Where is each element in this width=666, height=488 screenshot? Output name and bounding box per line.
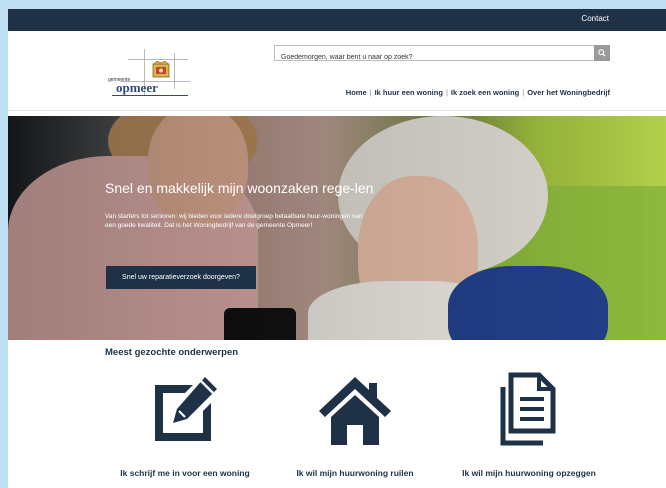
logo-line — [128, 59, 188, 60]
page: Contact gemeente opmeer Goedemorgen, waa… — [8, 9, 666, 488]
nav-separator: | — [369, 88, 372, 97]
document-icon — [500, 372, 556, 446]
repair-request-button[interactable]: Snel uw reparatieverzoek doorgeven? — [106, 266, 256, 289]
nav-item-ik-zoek-een-woning[interactable]: Ik zoek een woning — [451, 88, 519, 97]
topic-register[interactable]: Ik schrijf me in voor een woning — [100, 371, 270, 483]
search-button[interactable] — [594, 45, 610, 61]
logo-underline — [112, 95, 188, 96]
nav-item-over-het-woningbedrijf[interactable]: Over het Woningbedrijf — [527, 88, 610, 97]
topic-label: Ik wil mijn huurwoning opzeggen — [462, 468, 596, 478]
search-bar — [274, 45, 610, 65]
top-bar: Contact — [8, 9, 666, 31]
topic-label: Ik schrijf me in voor een woning — [120, 468, 250, 478]
nav-item-ik-huur-een-woning[interactable]: Ik huur een woning — [375, 88, 443, 97]
hero-title: Snel en makkelijk mijn woonzaken rege-le… — [105, 180, 374, 196]
topic-swap-home[interactable]: Ik wil mijn huurwoning ruilen — [270, 371, 440, 483]
contact-link[interactable]: Contact — [581, 14, 609, 23]
hero-banner: Snel en makkelijk mijn woonzaken rege-le… — [8, 116, 666, 340]
home-icon — [319, 377, 391, 445]
nav-separator: | — [522, 88, 525, 97]
topic-label: Ik wil mijn huurwoning ruilen — [296, 468, 414, 478]
main-nav: Home | Ik huur een woning | Ik zoek een woni… — [346, 88, 610, 97]
topic-cancel-lease[interactable]: Ik wil mijn huurwoning opzeggen — [444, 371, 614, 483]
logo-name: opmeer — [116, 80, 158, 95]
section-title: Meest gezochte onderwerpen — [105, 347, 239, 358]
header: gemeente opmeer Home|Ik huur een woning|… — [8, 31, 666, 111]
hero-text: Van starters tot senioren: wij bieden vo… — [105, 213, 363, 229]
search-input[interactable] — [275, 50, 591, 65]
search-icon — [598, 49, 606, 57]
logo[interactable]: gemeente opmeer — [108, 49, 192, 97]
nav-item-home[interactable]: Home — [346, 88, 367, 97]
nav-separator: | — [445, 88, 448, 97]
edit-icon — [155, 377, 217, 441]
crest-icon — [152, 61, 170, 78]
